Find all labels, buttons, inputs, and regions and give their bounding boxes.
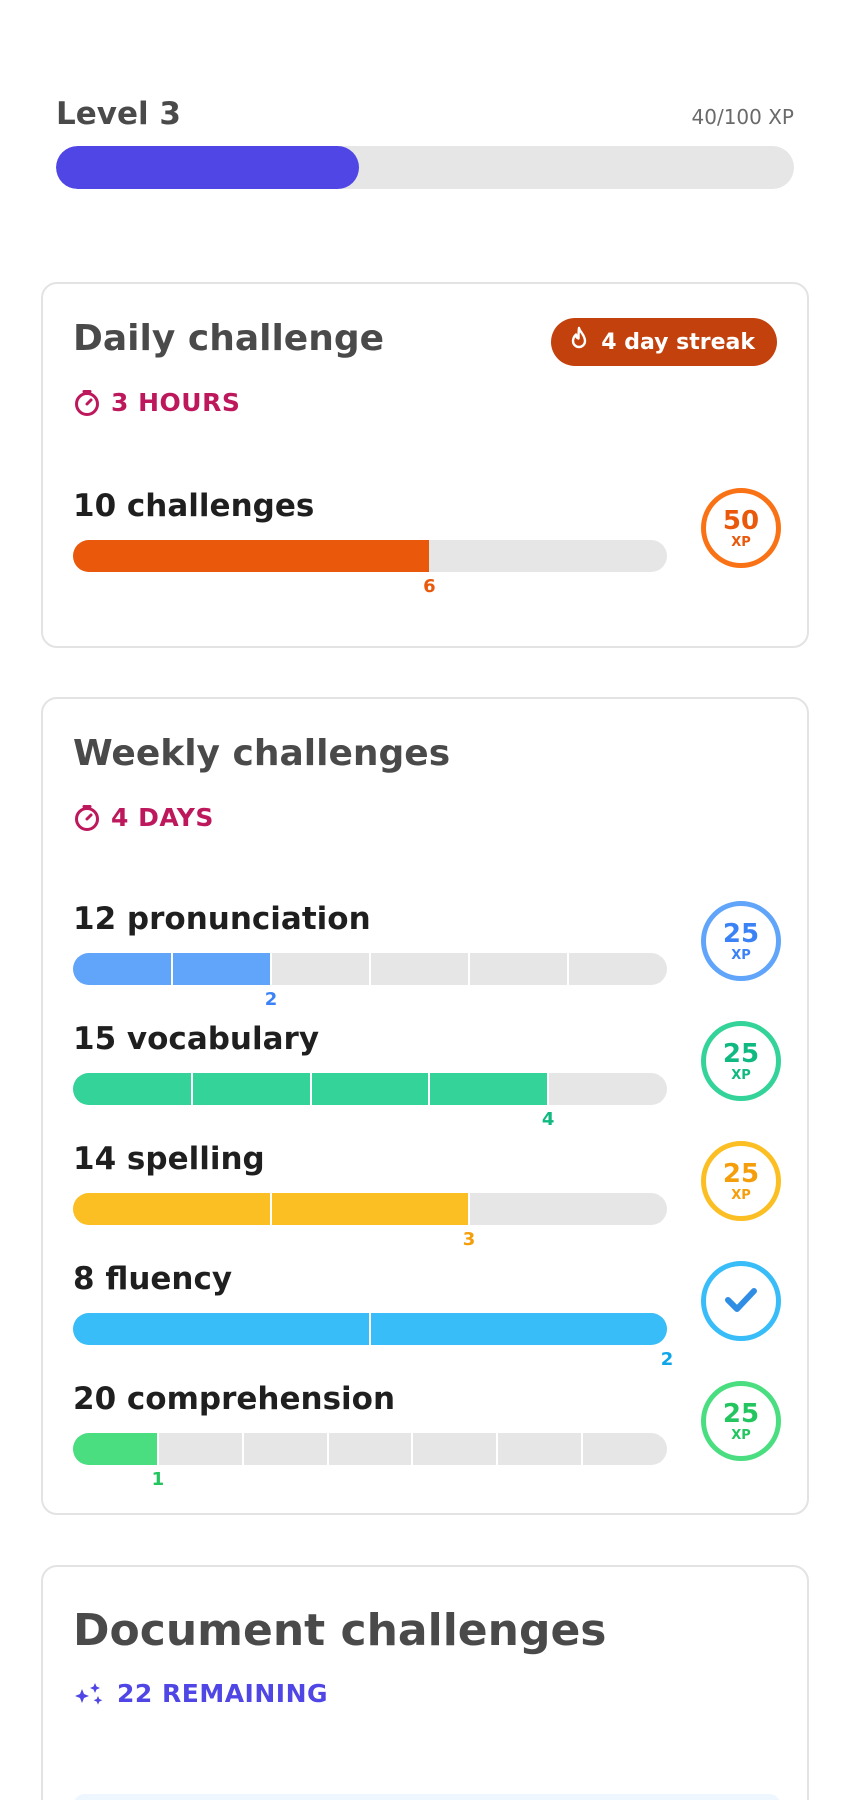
segment-divider [241, 1433, 244, 1465]
streak-badge: 4 day streak [551, 318, 777, 366]
stopwatch-icon [73, 804, 101, 832]
document-challenges-title: Document challenges [73, 1605, 607, 1656]
segment-divider [411, 1433, 414, 1465]
challenge-progress-count: 4 [541, 1109, 555, 1130]
segment-divider [270, 1193, 272, 1225]
reward-unit: XP [731, 1427, 751, 1443]
segment-divider [428, 1073, 431, 1105]
challenge-progress-bar [73, 1073, 667, 1105]
weekly-challenge-row[interactable]: 8 fluency 2 [73, 1261, 781, 1371]
level-title: Level 3 [56, 96, 181, 132]
challenge-label: 10 challenges [73, 488, 315, 524]
reward-badge: 25 XP [701, 1381, 781, 1461]
segment-divider [369, 1313, 371, 1345]
challenge-progress-bar [73, 1313, 667, 1345]
segment-divider [468, 1193, 470, 1225]
checkmark-icon [723, 1285, 759, 1318]
flame-icon [567, 326, 591, 358]
daily-challenge-title: Daily challenge [73, 318, 385, 359]
segment-divider [581, 1433, 584, 1465]
challenge-progress-fill [73, 1433, 158, 1465]
reward-amount: 25 [722, 1038, 760, 1069]
level-xp-text: 40/100 XP [691, 105, 794, 129]
remaining-count: 22 REMAINING [73, 1679, 328, 1708]
reward-amount: 25 [722, 1398, 760, 1429]
weekly-challenge-row[interactable]: 20 comprehension 1 25 XP [73, 1381, 781, 1491]
document-challenges-card[interactable]: Document challenges 22 REMAINING [41, 1565, 809, 1800]
daily-timer: 3 HOURS [73, 388, 240, 417]
reward-amount: 50 [722, 505, 760, 536]
document-challenge-item[interactable] [73, 1794, 781, 1800]
challenge-label: 20 comprehension [73, 1381, 396, 1417]
level-progress: Level 3 40/100 XP [56, 96, 794, 189]
challenge-progress-bar [73, 953, 667, 985]
challenge-progress-bar [73, 540, 667, 572]
reward-badge: 50 XP [701, 488, 781, 568]
reward-badge: 25 XP [701, 1141, 781, 1221]
challenges-page: Level 3 40/100 XP Daily challenge 4 day … [0, 0, 850, 1800]
challenge-progress-count: 2 [264, 989, 278, 1010]
segment-divider [326, 1433, 329, 1465]
completed-badge [701, 1261, 781, 1341]
challenge-label: 12 pronunciation [73, 901, 371, 937]
reward-unit: XP [731, 947, 751, 963]
reward-unit: XP [731, 1187, 751, 1203]
remaining-text: 22 REMAINING [117, 1679, 329, 1708]
segment-divider [270, 953, 272, 985]
weekly-challenges-title: Weekly challenges [73, 733, 451, 774]
challenge-progress-bar [73, 1193, 667, 1225]
reward-amount: 25 [722, 918, 760, 949]
reward-badge: 25 XP [701, 901, 781, 981]
daily-challenge-card[interactable]: Daily challenge 4 day streak 3 HOURS 10 … [41, 282, 809, 648]
segment-divider [156, 1433, 159, 1465]
segment-divider [567, 953, 569, 985]
segment-divider [171, 953, 173, 985]
reward-unit: XP [731, 1067, 751, 1083]
segment-divider [190, 1073, 193, 1105]
challenge-progress-bar [73, 1433, 667, 1465]
challenge-label: 15 vocabulary [73, 1021, 320, 1057]
weekly-timer: 4 DAYS [73, 803, 214, 832]
weekly-timer-text: 4 DAYS [111, 803, 214, 832]
daily-timer-text: 3 HOURS [111, 388, 241, 417]
challenge-label: 8 fluency [73, 1261, 233, 1297]
segment-divider [309, 1073, 312, 1105]
segment-divider [547, 1073, 550, 1105]
challenge-progress-count: 3 [462, 1229, 476, 1250]
reward-unit: XP [731, 534, 751, 550]
level-progress-bar [56, 146, 794, 189]
segment-divider [369, 953, 371, 985]
reward-badge: 25 XP [701, 1021, 781, 1101]
challenge-progress-count: 2 [660, 1349, 674, 1370]
streak-text: 4 day streak [601, 329, 755, 355]
level-progress-fill [56, 146, 359, 189]
weekly-challenge-row[interactable]: 15 vocabulary 4 25 XP [73, 1021, 781, 1131]
weekly-challenge-row[interactable]: 14 spelling 3 25 XP [73, 1141, 781, 1251]
daily-challenge-row[interactable]: 10 challenges 6 50 XP [73, 488, 781, 598]
sparkles-icon [73, 1680, 107, 1708]
challenge-progress-fill [73, 540, 430, 572]
challenge-progress-count: 6 [423, 576, 436, 597]
challenge-progress-count: 1 [151, 1469, 165, 1490]
challenge-label: 14 spelling [73, 1141, 265, 1177]
weekly-challenges-card[interactable]: Weekly challenges 4 DAYS 12 pronunciatio… [41, 697, 809, 1515]
segment-divider [496, 1433, 499, 1465]
segment-divider [468, 953, 470, 985]
stopwatch-icon [73, 389, 101, 417]
weekly-challenge-row[interactable]: 12 pronunciation 2 25 XP [73, 901, 781, 1011]
reward-amount: 25 [722, 1158, 760, 1189]
